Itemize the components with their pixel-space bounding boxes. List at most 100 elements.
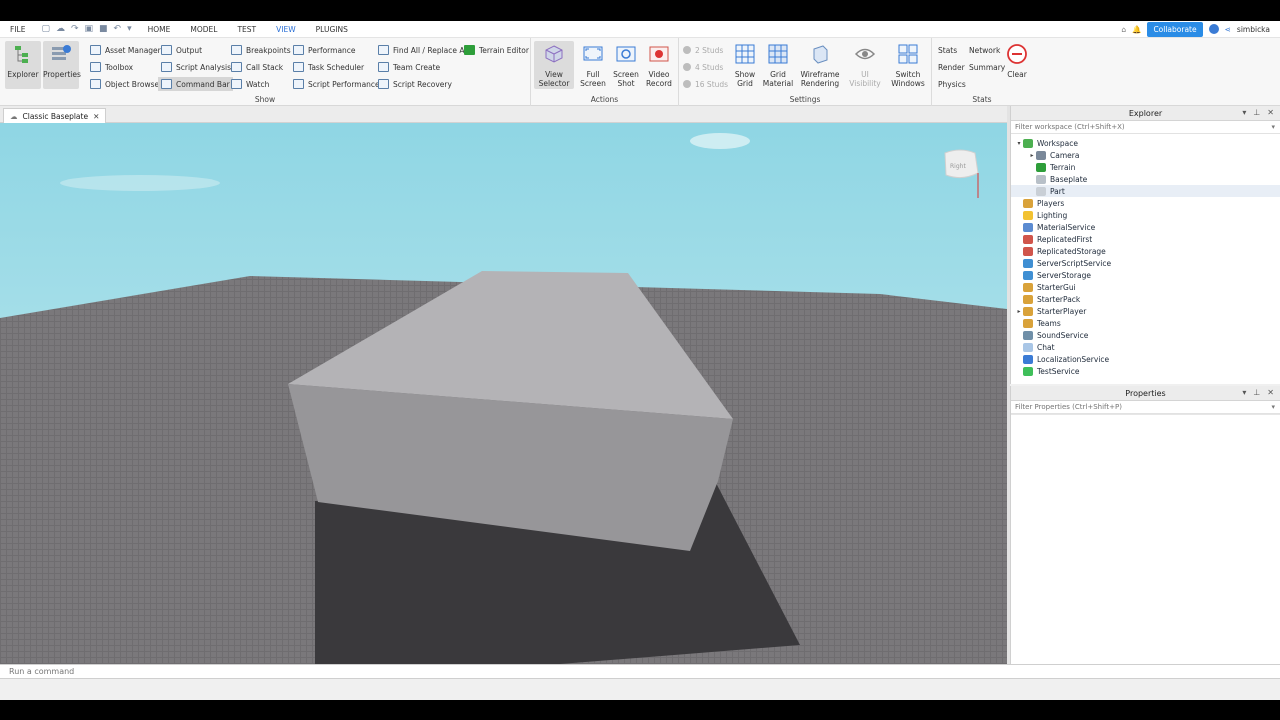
explorer-item-soundservice[interactable]: SoundService: [1011, 329, 1280, 341]
explorer-filter[interactable]: ▾: [1011, 121, 1280, 134]
expand-arrow-icon[interactable]: ▸: [1015, 308, 1023, 315]
actions-group: View Selector Full Screen Screen Shot Vi…: [531, 38, 679, 106]
stats-button[interactable]: Stats: [938, 43, 957, 57]
breakpoints-button[interactable]: Breakpoints: [231, 43, 291, 57]
share-icon[interactable]: ⋖: [1225, 25, 1231, 34]
command-input[interactable]: [9, 667, 1249, 676]
collaborate-button[interactable]: Collaborate: [1147, 21, 1203, 37]
team-create-button[interactable]: Team Create: [378, 60, 440, 74]
explorer-filter-input[interactable]: [1015, 123, 1255, 131]
explorer-item-lighting[interactable]: Lighting: [1011, 209, 1280, 221]
explorer-item-replicatedstorage[interactable]: ReplicatedStorage: [1011, 245, 1280, 257]
grid-material-button[interactable]: Grid Material: [760, 41, 796, 89]
command-bar-button[interactable]: Command Bar: [158, 77, 233, 91]
explorer-item-chat[interactable]: Chat: [1011, 341, 1280, 353]
explorer-item-replicatedfirst[interactable]: ReplicatedFirst: [1011, 233, 1280, 245]
explorer-item-terrain[interactable]: Terrain: [1011, 161, 1280, 173]
file-menu[interactable]: FILE: [0, 25, 35, 34]
properties-filter[interactable]: ▾: [1011, 401, 1280, 414]
script-analysis-button[interactable]: Script Analysis: [161, 60, 231, 74]
grid-2-studs-option[interactable]: 2 Studs: [683, 43, 723, 57]
expand-arrow-icon[interactable]: ▸: [1028, 152, 1036, 159]
call-stack-button[interactable]: Call Stack: [231, 60, 283, 74]
task-scheduler-button[interactable]: Task Scheduler: [293, 60, 364, 74]
clear-button[interactable]: Clear: [1004, 41, 1030, 89]
stop-icon[interactable]: ■: [99, 24, 108, 34]
terrain-editor-button[interactable]: Terrain Editor: [464, 43, 529, 57]
tab-test[interactable]: TEST: [227, 25, 266, 34]
collapse-icon[interactable]: ▾: [1242, 388, 1246, 397]
performance-button[interactable]: Performance: [293, 43, 356, 57]
properties-button[interactable]: Properties: [43, 41, 81, 89]
undo-icon[interactable]: ↶: [114, 24, 122, 34]
expand-arrow-icon[interactable]: ▾: [1015, 140, 1023, 147]
explorer-item-localizationservice[interactable]: LocalizationService: [1011, 353, 1280, 365]
network-button[interactable]: Network: [969, 43, 1000, 57]
collapse-icon[interactable]: ▾: [1242, 108, 1246, 117]
grid-16-studs-option[interactable]: 16 Studs: [683, 77, 728, 91]
explorer-item-part[interactable]: Part: [1011, 185, 1280, 197]
dropdown-icon[interactable]: ▾: [127, 24, 132, 34]
wireframe-rendering-button[interactable]: Wireframe Rendering: [799, 41, 841, 89]
grid-4-studs-option[interactable]: 4 Studs: [683, 60, 723, 74]
explorer-item-serverstorage[interactable]: ServerStorage: [1011, 269, 1280, 281]
explorer-item-starterpack[interactable]: StarterPack: [1011, 293, 1280, 305]
explorer-button[interactable]: Explorer: [5, 41, 41, 89]
ui-visibility-button[interactable]: UI Visibility: [845, 41, 885, 89]
script-performance-button[interactable]: Script Performance: [293, 77, 380, 91]
notification-icon[interactable]: 🔔: [1132, 25, 1141, 34]
chevron-down-icon[interactable]: ▾: [1271, 123, 1275, 131]
render-button[interactable]: Render: [938, 60, 965, 74]
camera-icon: [616, 46, 636, 62]
explorer-item-materialservice[interactable]: MaterialService: [1011, 221, 1280, 233]
view-selector-button[interactable]: View Selector: [534, 41, 574, 89]
explorer-item-starterplayer[interactable]: ▸ StarterPlayer: [1011, 305, 1280, 317]
document-tab[interactable]: ☁ Classic Baseplate ✕: [3, 108, 107, 123]
pin-icon[interactable]: ⊥: [1253, 388, 1260, 397]
explorer-item-testservice[interactable]: TestService: [1011, 365, 1280, 377]
tab-view[interactable]: VIEW: [266, 25, 306, 34]
object-browser-button[interactable]: Object Browser: [90, 77, 162, 91]
screen-shot-button[interactable]: Screen Shot: [608, 41, 644, 89]
find-replace-button[interactable]: Find All / Replace All: [378, 43, 469, 57]
help-icon[interactable]: [1208, 24, 1219, 34]
summary-button[interactable]: Summary: [969, 60, 1005, 74]
publish-icon[interactable]: ☁: [56, 24, 65, 34]
3d-viewport[interactable]: Right: [0, 123, 1007, 664]
save-icon[interactable]: ▣: [85, 24, 94, 34]
tab-model[interactable]: MODEL: [180, 25, 227, 34]
actions-group-label: Actions: [590, 95, 619, 104]
explorer-item-workspace[interactable]: ▾ Workspace: [1011, 137, 1280, 149]
full-screen-button[interactable]: Full Screen: [575, 41, 611, 89]
explorer-item-label: Teams: [1037, 318, 1061, 328]
explorer-item-startergui[interactable]: StarterGui: [1011, 281, 1280, 293]
tab-home[interactable]: HOME: [138, 25, 181, 34]
pin-icon[interactable]: ⊥: [1253, 108, 1260, 117]
username-label[interactable]: simbicka: [1237, 25, 1270, 34]
viewport-scene[interactable]: Right: [0, 123, 1007, 664]
full-screen-icon: [583, 46, 603, 61]
explorer-item-camera[interactable]: ▸ Camera: [1011, 149, 1280, 161]
toolbox-button[interactable]: Toolbox: [90, 60, 133, 74]
physics-button[interactable]: Physics: [938, 77, 966, 91]
explorer-item-players[interactable]: Players: [1011, 197, 1280, 209]
script-recovery-button[interactable]: Script Recovery: [378, 77, 452, 91]
explorer-item-baseplate[interactable]: Baseplate: [1011, 173, 1280, 185]
home-icon[interactable]: ⌂: [1121, 25, 1126, 34]
video-record-button[interactable]: Video Record: [641, 41, 677, 89]
chevron-down-icon[interactable]: ▾: [1271, 403, 1275, 411]
switch-windows-button[interactable]: Switch Windows: [889, 41, 927, 89]
output-button[interactable]: Output: [161, 43, 202, 57]
close-icon[interactable]: ✕: [1267, 108, 1274, 117]
new-file-icon[interactable]: ▢: [41, 24, 50, 34]
close-tab-icon[interactable]: ✕: [93, 112, 99, 121]
properties-filter-input[interactable]: [1015, 403, 1255, 411]
tab-plugins[interactable]: PLUGINS: [306, 25, 358, 34]
redo-icon[interactable]: ↷: [71, 24, 79, 34]
explorer-item-serverscriptservice[interactable]: ServerScriptService: [1011, 257, 1280, 269]
watch-button[interactable]: Watch: [231, 77, 269, 91]
asset-manager-button[interactable]: Asset Manager: [90, 43, 161, 57]
show-grid-button[interactable]: Show Grid: [727, 41, 763, 89]
explorer-item-teams[interactable]: Teams: [1011, 317, 1280, 329]
close-icon[interactable]: ✕: [1267, 388, 1274, 397]
